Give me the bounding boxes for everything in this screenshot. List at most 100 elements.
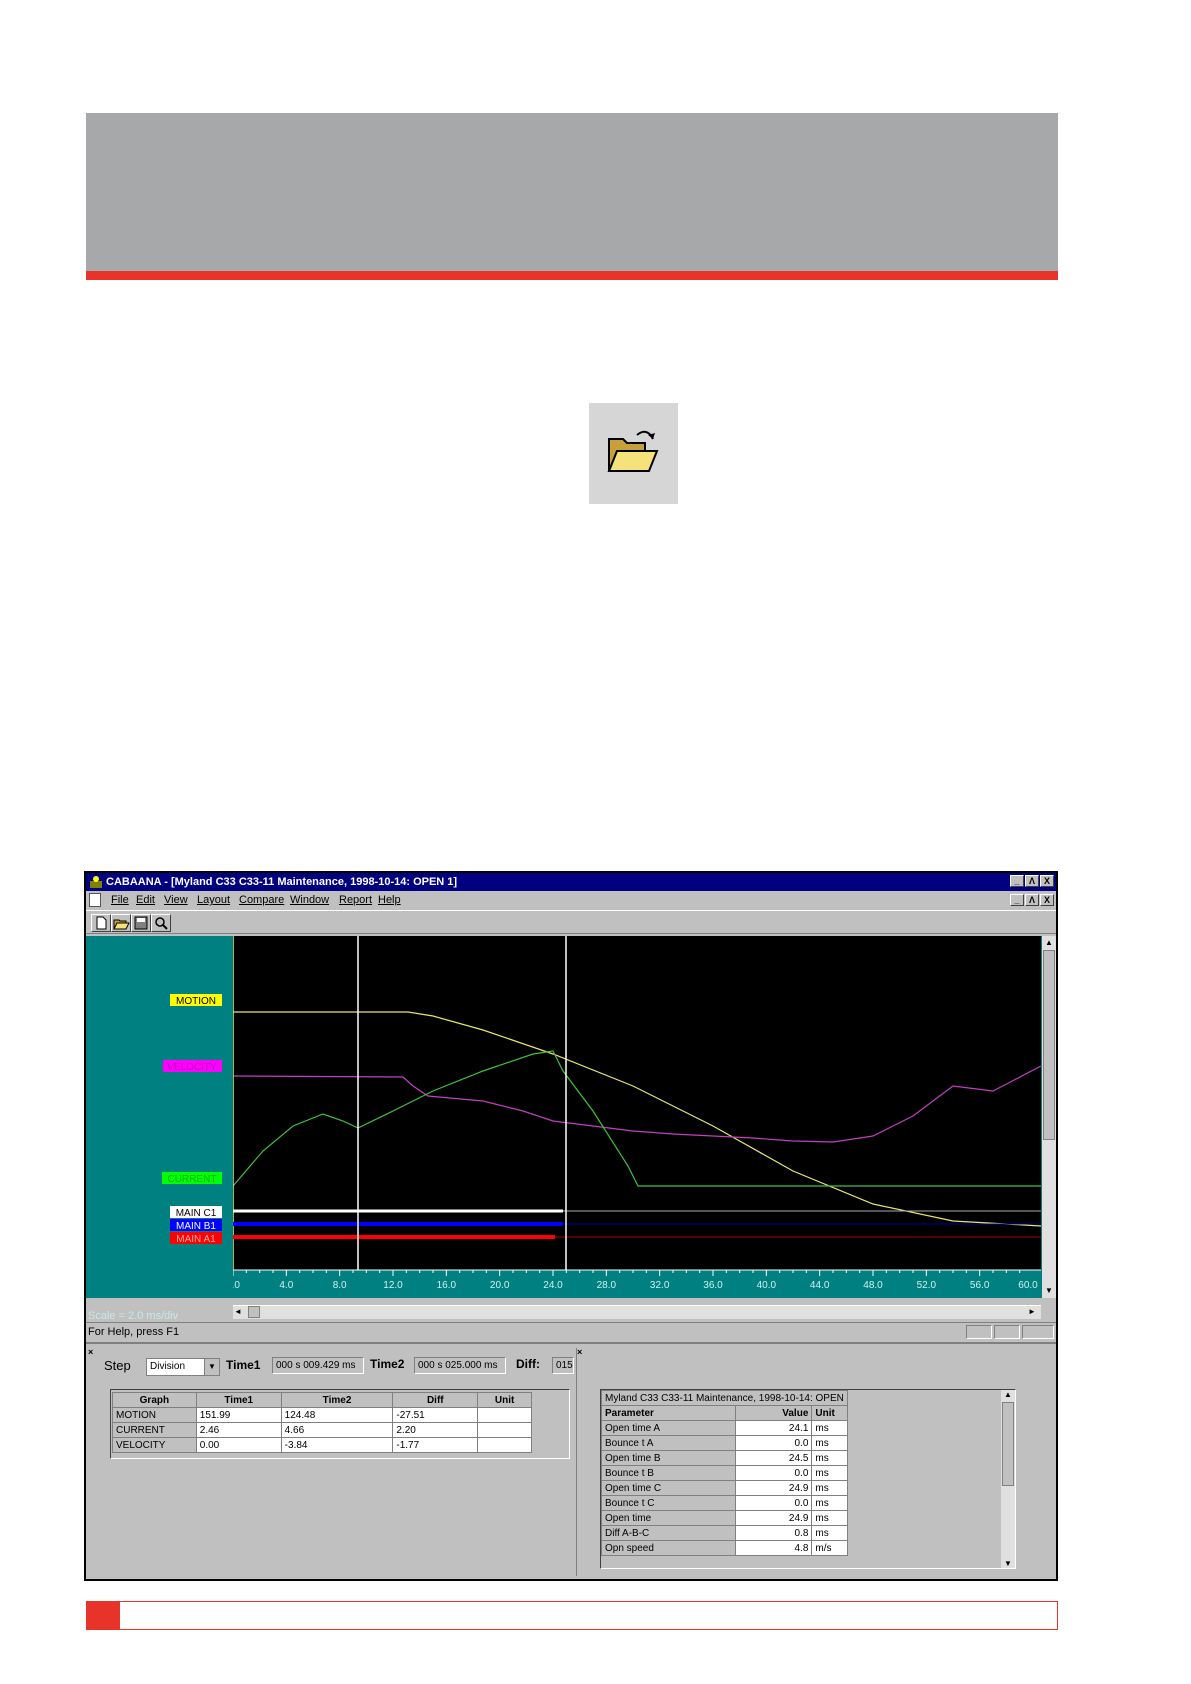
close-icon[interactable]: × bbox=[88, 1348, 96, 1357]
menu-help[interactable]: Help bbox=[378, 891, 401, 909]
scroll-down-arrow-icon[interactable]: ▼ bbox=[1043, 1286, 1055, 1296]
open-folder-icon bbox=[607, 430, 659, 472]
label-main-a1: MAIN A1 bbox=[176, 1234, 216, 1245]
col-graph: Graph bbox=[112, 1392, 197, 1408]
x-tick-label: 24.0 bbox=[543, 1280, 563, 1291]
results-table: Myland C33 C33-11 Maintenance, 1998-10-1… bbox=[601, 1390, 848, 1556]
col-value: Value bbox=[734, 1405, 813, 1421]
scroll-left-arrow-icon[interactable]: ◄ bbox=[234, 1306, 246, 1318]
x-tick-label: 36.0 bbox=[703, 1280, 723, 1291]
vertical-scrollbar[interactable]: ▲ ▼ bbox=[1042, 936, 1056, 1298]
x-tick-label: 0.0 bbox=[233, 1280, 240, 1291]
scroll-right-arrow-icon[interactable]: ► bbox=[1028, 1306, 1040, 1318]
waveform-plot[interactable]: 0.0 4.0 8.0 12.0 16.0 20.0 24.0 28.0 32.0 36.0 40.… bbox=[233, 936, 1041, 1298]
parameter-cell: Open time bbox=[601, 1510, 736, 1526]
x-tick-label: 4.0 bbox=[279, 1280, 293, 1291]
hscroll-thumb[interactable] bbox=[248, 1306, 260, 1318]
value-cell: 0.0 bbox=[734, 1495, 813, 1511]
parameter-cell: Diff A-B-C bbox=[601, 1525, 736, 1541]
minimize-button[interactable]: _ bbox=[1010, 875, 1024, 887]
x-tick-label: 32.0 bbox=[650, 1280, 670, 1291]
time1-cell: 2.46 bbox=[195, 1422, 282, 1438]
unit-cell bbox=[477, 1437, 532, 1453]
magnifier-icon bbox=[155, 917, 168, 930]
status-text: For Help, press F1 bbox=[88, 1326, 180, 1338]
scroll-thumb[interactable] bbox=[1043, 950, 1055, 1140]
unit-cell: ms bbox=[811, 1420, 848, 1436]
results-frame: Myland C33 C33-11 Maintenance, 1998-10-1… bbox=[600, 1389, 1016, 1569]
horizontal-scrollbar[interactable]: ◄ ► bbox=[233, 1305, 1041, 1319]
table-row[interactable]: VELOCITY 0.00 -3.84 -1.77 bbox=[112, 1437, 532, 1453]
app-icon bbox=[89, 875, 103, 889]
time2-field[interactable]: 000 s 025.000 ms bbox=[414, 1357, 506, 1374]
left-panel-gripper[interactable]: × bbox=[88, 1348, 96, 1576]
menu-view[interactable]: View bbox=[164, 891, 188, 909]
table-row[interactable]: CURRENT 2.46 4.66 2.20 bbox=[112, 1422, 532, 1438]
open-button[interactable] bbox=[111, 914, 131, 932]
menu-report[interactable]: Report bbox=[339, 891, 372, 909]
menu-compare[interactable]: Compare bbox=[239, 891, 284, 909]
bottom-panels: × Step Division ▼ Time1 000 s 009.429 ms… bbox=[86, 1342, 1056, 1581]
open-folder-icon bbox=[113, 919, 130, 930]
value-cell: 4.8 bbox=[734, 1540, 813, 1556]
results-title: Myland C33 C33-11 Maintenance, 1998-10-1… bbox=[601, 1390, 848, 1406]
table-row[interactable]: Open time C 24.9 ms bbox=[601, 1480, 848, 1496]
menu-window[interactable]: Window bbox=[290, 891, 329, 909]
scroll-up-arrow-icon[interactable]: ▲ bbox=[1001, 1390, 1015, 1399]
time2-cell: 4.66 bbox=[280, 1422, 394, 1438]
value-cell: 0.0 bbox=[734, 1435, 813, 1451]
value-cell: 24.9 bbox=[734, 1480, 813, 1496]
value-cell: 0.0 bbox=[734, 1465, 813, 1481]
unit-cell bbox=[477, 1407, 532, 1423]
results-scrollbar[interactable]: ▲ ▼ bbox=[1001, 1390, 1015, 1568]
restore-button[interactable]: Ʌ bbox=[1025, 875, 1039, 887]
scroll-up-arrow-icon[interactable]: ▲ bbox=[1043, 938, 1055, 948]
value-cell: 0.8 bbox=[734, 1525, 813, 1541]
parameter-cell: Open time C bbox=[601, 1480, 736, 1496]
doc-close-button[interactable]: X bbox=[1040, 894, 1054, 906]
table-row[interactable]: Opn speed 4.8 m/s bbox=[601, 1540, 848, 1556]
zoom-button[interactable] bbox=[151, 914, 171, 932]
scroll-down-arrow-icon[interactable]: ▼ bbox=[1001, 1559, 1015, 1568]
parameter-cell: Bounce t C bbox=[601, 1495, 736, 1511]
new-file-icon bbox=[96, 916, 107, 930]
parameter-cell: Bounce t A bbox=[601, 1435, 736, 1451]
scroll-thumb[interactable] bbox=[1002, 1402, 1014, 1486]
new-button[interactable] bbox=[91, 914, 111, 932]
menu-edit[interactable]: Edit bbox=[136, 891, 155, 909]
x-tick-label: 28.0 bbox=[597, 1280, 617, 1291]
menu-file[interactable]: File bbox=[111, 891, 129, 909]
table-row[interactable]: Open time B 24.5 ms bbox=[601, 1450, 848, 1466]
diff-field[interactable]: 015 bbox=[552, 1357, 574, 1374]
window-title: CABAANA - [Myland C33 C33-11 Maintenance… bbox=[106, 876, 458, 888]
save-button[interactable] bbox=[131, 914, 151, 932]
table-row[interactable]: Bounce t B 0.0 ms bbox=[601, 1465, 848, 1481]
col-unit: Unit bbox=[811, 1405, 848, 1421]
col-parameter: Parameter bbox=[601, 1405, 736, 1421]
table-row[interactable]: Bounce t A 0.0 ms bbox=[601, 1435, 848, 1451]
header-rule bbox=[86, 271, 1058, 280]
doc-restore-button[interactable]: Ʌ bbox=[1025, 894, 1039, 906]
close-button[interactable]: X bbox=[1040, 875, 1054, 887]
chevron-down-icon[interactable]: ▼ bbox=[204, 1359, 219, 1375]
x-tick-label: 56.0 bbox=[970, 1280, 990, 1291]
app-window: CABAANA - [Myland C33 C33-11 Maintenance… bbox=[84, 871, 1058, 1581]
menu-layout[interactable]: Layout bbox=[197, 891, 230, 909]
unit-cell: ms bbox=[811, 1450, 848, 1466]
table-row[interactable]: Open time A 24.1 ms bbox=[601, 1420, 848, 1436]
document-icon[interactable] bbox=[89, 893, 101, 907]
time1-field[interactable]: 000 s 009.429 ms bbox=[272, 1357, 364, 1374]
table-row[interactable]: Open time 24.9 ms bbox=[601, 1510, 848, 1526]
table-row[interactable]: MOTION 151.99 124.48 -27.51 bbox=[112, 1407, 532, 1423]
time2-cell: -3.84 bbox=[280, 1437, 394, 1453]
step-label: Step bbox=[104, 1358, 131, 1373]
step-value: Division bbox=[150, 1361, 186, 1372]
table-row[interactable]: Bounce t C 0.0 ms bbox=[601, 1495, 848, 1511]
open-folder-button[interactable] bbox=[589, 403, 678, 504]
table-row[interactable]: Diff A-B-C 0.8 ms bbox=[601, 1525, 848, 1541]
doc-minimize-button[interactable]: _ bbox=[1010, 894, 1024, 906]
step-select[interactable]: Division ▼ bbox=[146, 1358, 220, 1376]
parameter-cell: Open time A bbox=[601, 1420, 736, 1436]
title-bar: CABAANA - [Myland C33 C33-11 Maintenance… bbox=[86, 873, 1056, 891]
x-tick-label: 60.0 bbox=[1018, 1280, 1038, 1291]
